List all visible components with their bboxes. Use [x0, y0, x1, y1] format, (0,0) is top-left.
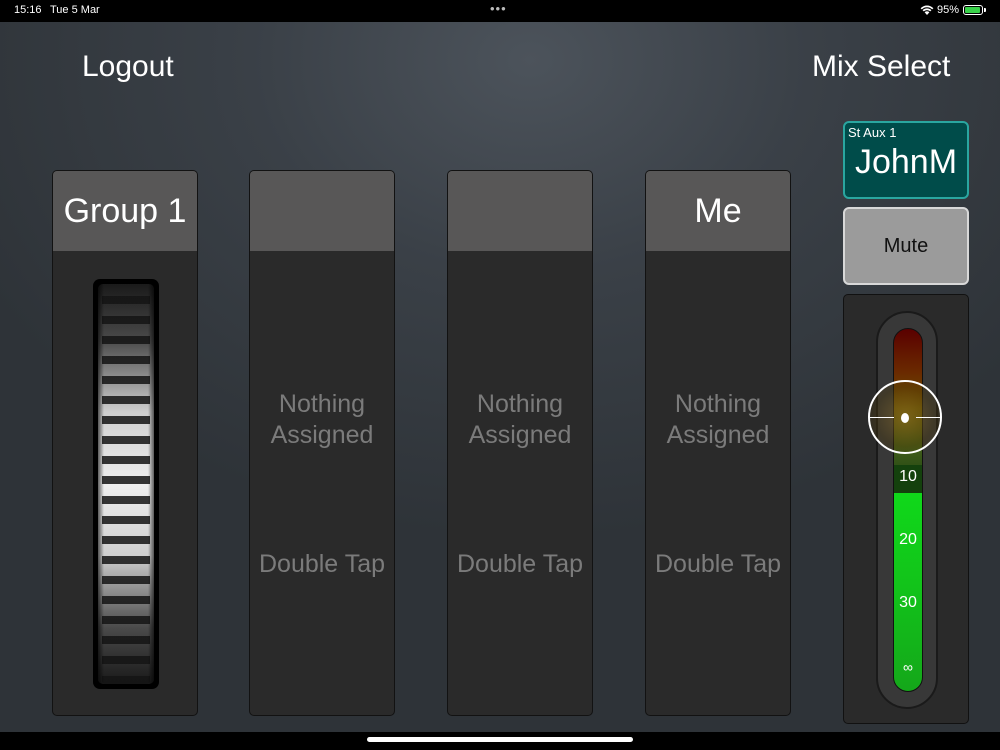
fader-knob[interactable]: [868, 380, 942, 454]
status-bar: 15:16 Tue 5 Mar ••• 95%: [0, 0, 1000, 22]
double-tap-hint: Double Tap: [654, 550, 782, 578]
nothing-line-1: Nothing: [674, 390, 762, 418]
nothing-assigned-text: Nothing Assigned: [448, 389, 592, 451]
app-screen: 15:16 Tue 5 Mar ••• 95% Logout Mix Selec…: [0, 0, 1000, 750]
mix-select-button[interactable]: Mix Select: [812, 50, 950, 84]
strip-title: [448, 171, 592, 251]
encoder-ridges: [102, 284, 150, 684]
scale-label-10: 10: [899, 468, 917, 485]
scale-label-infinity: ∞: [903, 659, 913, 675]
mix-name: JohnM: [854, 143, 958, 181]
status-date: Tue 5 Mar: [50, 4, 100, 16]
channel-strip-me[interactable]: Me Nothing Assigned Double Tap: [645, 170, 791, 716]
nothing-line-1: Nothing: [278, 390, 366, 418]
battery-fill: [965, 7, 981, 13]
scale-label-30: 30: [899, 594, 917, 611]
strip-title: Group 1: [53, 171, 197, 251]
battery-cap: [984, 8, 986, 12]
double-tap-hint: Double Tap: [456, 550, 584, 578]
strip-title: Me: [646, 171, 790, 251]
encoder-edge-right: [148, 284, 154, 684]
home-indicator[interactable]: [367, 737, 633, 742]
multitasking-dots[interactable]: •••: [490, 1, 507, 16]
nothing-line-2: Assigned: [468, 421, 572, 449]
knob-line-right: [916, 417, 940, 418]
encoder-edge-left: [98, 284, 104, 684]
strip-title: [250, 171, 394, 251]
nothing-assigned-text: Nothing Assigned: [646, 389, 790, 451]
master-fader-panel: 10 20 30 ∞: [843, 294, 969, 724]
status-time: 15:16: [14, 4, 42, 16]
encoder-wheel: [98, 284, 154, 684]
battery-charging-icon: [963, 5, 983, 15]
mix-subtitle: St Aux 1: [848, 125, 897, 140]
battery-percent: 95%: [937, 4, 960, 16]
mute-button[interactable]: Mute: [843, 207, 969, 285]
channel-strip-2[interactable]: Nothing Assigned Double Tap: [249, 170, 395, 716]
channel-strip-3[interactable]: Nothing Assigned Double Tap: [447, 170, 593, 716]
fader-track-housing: 10 20 30 ∞: [876, 311, 938, 709]
nothing-line-2: Assigned: [270, 421, 374, 449]
nothing-line-1: Nothing: [476, 390, 564, 418]
wifi-icon: [920, 5, 934, 15]
knob-line-left: [870, 417, 894, 418]
knob-dot: [901, 413, 909, 423]
scale-label-20: 20: [899, 531, 917, 548]
double-tap-hint: Double Tap: [258, 550, 386, 578]
nothing-line-2: Assigned: [666, 421, 770, 449]
logout-button[interactable]: Logout: [82, 50, 174, 84]
channel-strip-group-1[interactable]: Group 1: [52, 170, 198, 716]
nothing-assigned-text: Nothing Assigned: [250, 389, 394, 451]
rotary-encoder[interactable]: [93, 279, 159, 689]
mix-selector-button[interactable]: St Aux 1 JohnM: [843, 121, 969, 199]
